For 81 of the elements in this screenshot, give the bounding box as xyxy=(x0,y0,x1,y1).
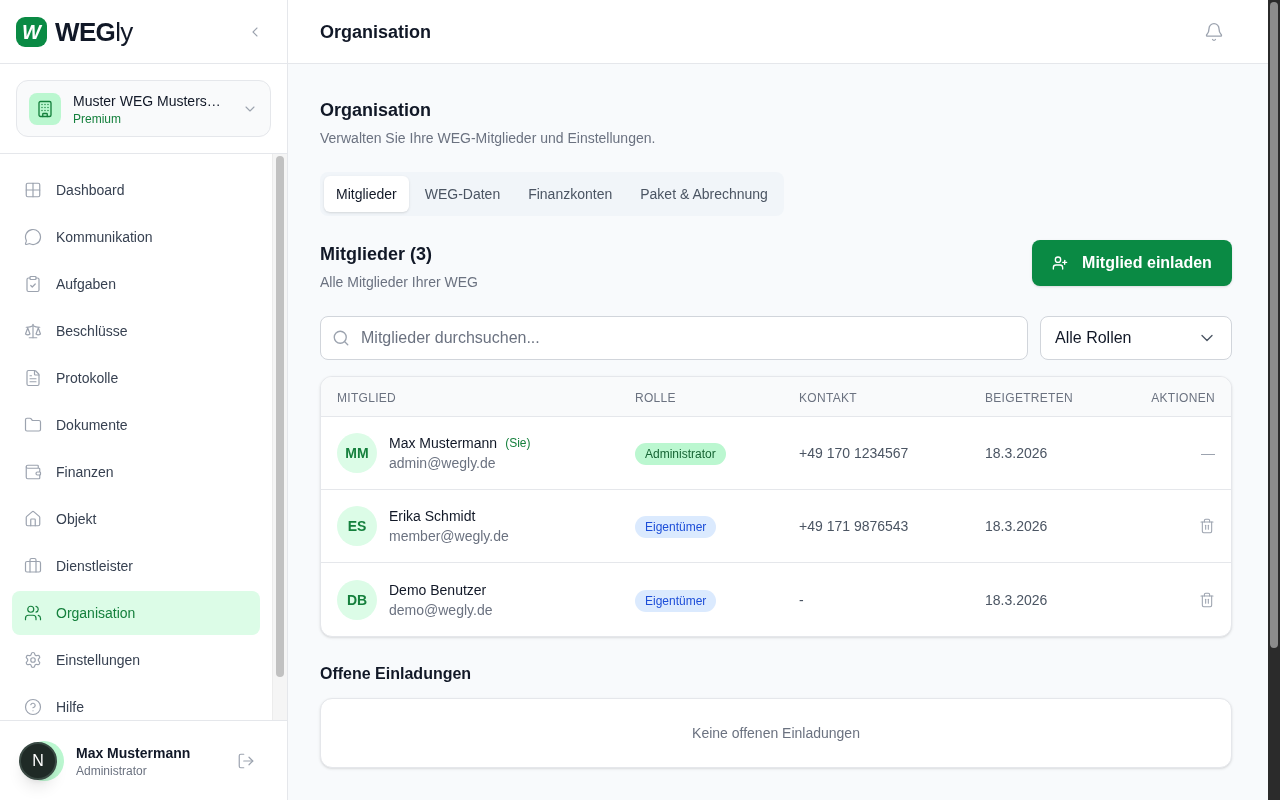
nav-item[interactable]: Dienstleister xyxy=(12,544,260,588)
nav-item[interactable]: Aufgaben xyxy=(12,262,260,306)
member-avatar: MM xyxy=(337,433,377,473)
self-tag: (Sie) xyxy=(505,435,531,451)
help-icon xyxy=(24,698,42,716)
member-name: Erika Schmidt xyxy=(389,507,476,526)
brand-name: WEGly xyxy=(55,18,133,45)
nav-item[interactable]: Kommunikation xyxy=(12,215,260,259)
joined-date: 18.3.2026 xyxy=(985,445,1048,461)
section-subtitle: Alle Mitglieder Ihrer WEG xyxy=(320,273,478,292)
member-name: Demo Benutzer xyxy=(389,580,487,600)
empty-state-text: Keine offenen Einladungen xyxy=(692,724,860,743)
logout-icon xyxy=(237,751,255,770)
user-name: Max Mustermann xyxy=(76,743,191,763)
member-avatar: DB xyxy=(337,579,377,620)
role-badge: Eigentümer xyxy=(635,516,717,538)
member-email: member@wegly.de xyxy=(389,527,509,546)
member-avatar: ES xyxy=(337,506,377,546)
briefcase-icon xyxy=(24,557,42,575)
role-badge: Eigentümer xyxy=(635,589,717,612)
header-title: Organisation xyxy=(320,20,431,44)
member-email: demo@wegly.de xyxy=(389,600,493,620)
tab[interactable]: Mitglieder xyxy=(324,176,409,212)
column-header: ROLLE xyxy=(635,390,676,405)
search-field[interactable]: Mitglieder durchsuchen... xyxy=(320,316,1028,360)
contact-text: - xyxy=(799,591,804,608)
section-title: Mitglieder (3) xyxy=(320,243,433,266)
organization-selector[interactable]: Muster WEG Musters… Premium xyxy=(16,80,271,137)
house-icon xyxy=(24,510,42,528)
nav-item[interactable]: Objekt xyxy=(12,497,260,541)
contact-text: +49 171 9876543 xyxy=(799,518,909,534)
tab[interactable]: Paket & Abrechnung xyxy=(628,176,780,212)
scales-icon xyxy=(24,322,42,340)
users-icon xyxy=(24,604,42,622)
page-title: Organisation xyxy=(320,99,432,122)
role-filter-dropdown[interactable]: Alle Rollen xyxy=(1040,316,1232,360)
role-badge: Administrator xyxy=(635,443,726,465)
nav-item[interactable]: Organisation xyxy=(12,591,260,635)
grid-icon xyxy=(24,181,42,199)
joined-date: 18.3.2026 xyxy=(985,518,1048,534)
nav-item[interactable]: Beschlüsse xyxy=(12,309,260,353)
no-action-dash: — xyxy=(1201,444,1215,463)
wallet-icon xyxy=(24,463,42,481)
settings-icon xyxy=(24,651,42,669)
document-icon xyxy=(24,369,42,387)
nav-item[interactable]: Finanzen xyxy=(12,450,260,494)
nav-item[interactable]: Dashboard xyxy=(12,168,260,212)
nav-item[interactable]: Hilfe xyxy=(12,685,260,720)
tab[interactable]: Finanzkonten xyxy=(516,176,625,212)
trash-icon xyxy=(1199,591,1215,608)
invite-button[interactable]: Mitglied einladen xyxy=(1032,240,1232,286)
member-name: Max Mustermann xyxy=(389,434,498,453)
column-header: KONTAKT xyxy=(799,390,857,405)
search-icon xyxy=(332,329,350,347)
plan-label: Premium xyxy=(73,110,122,127)
scroll-bar[interactable] xyxy=(1268,0,1280,800)
trash-icon xyxy=(1199,518,1215,534)
scroll-bar[interactable] xyxy=(272,154,287,720)
building-icon xyxy=(29,92,61,125)
invitations-title: Offene Einladungen xyxy=(320,664,473,684)
bell-icon xyxy=(1204,21,1224,42)
speech-bubble-icon xyxy=(24,228,42,246)
tab[interactable]: WEG-Daten xyxy=(412,176,513,212)
logo-mark: W xyxy=(16,16,47,47)
user-plus-icon xyxy=(1052,255,1069,271)
logout-button[interactable] xyxy=(237,751,255,770)
folder-icon xyxy=(24,416,42,434)
organization-name: Muster WEG Musters… xyxy=(73,91,222,111)
nav-item[interactable]: Protokolle xyxy=(12,356,260,400)
page-subtitle: Verwalten Sie Ihre WEG-Mitglieder und Einstellungen. xyxy=(320,129,657,148)
user-role: Administrator xyxy=(76,762,148,779)
column-header: BEIGETRETEN xyxy=(985,390,1073,405)
nav-item[interactable]: Einstellungen xyxy=(12,638,260,682)
clipboard-check-icon xyxy=(24,275,42,293)
nav-item[interactable]: Dokumente xyxy=(12,403,260,447)
contact-text: +49 170 1234567 xyxy=(799,445,909,461)
column-header: AKTIONEN xyxy=(1151,390,1215,405)
member-email: admin@wegly.de xyxy=(389,454,497,473)
dev-tools-badge[interactable]: N xyxy=(19,741,57,780)
column-header: MITGLIED xyxy=(337,390,397,405)
joined-date: 18.3.2026 xyxy=(985,591,1048,608)
